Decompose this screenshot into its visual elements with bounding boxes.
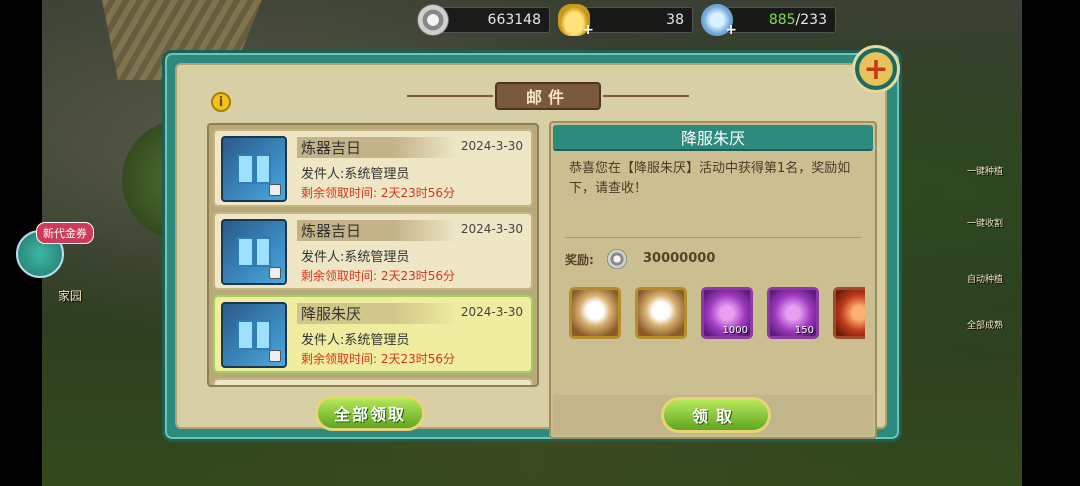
info-icon[interactable]: i (211, 92, 231, 112)
reward-item-portrait[interactable] (635, 287, 687, 339)
gift-box-icon (221, 136, 287, 202)
mail-remaining-time: 剩余领取时间: 2天23时56分 (301, 352, 456, 366)
side-harvest-all[interactable]: 一键收割 (960, 216, 1010, 229)
gold-value: 38 (666, 12, 684, 28)
mail-sender: 发件人:系统管理员 (301, 167, 410, 182)
reward-items: 1000 150 2 (567, 287, 865, 345)
reward-value: 30000000 (643, 251, 716, 266)
home-label[interactable]: 家园 (58, 287, 82, 304)
mail-remaining-time: 剩余领取时间: 2天23时56分 (301, 269, 456, 283)
coupon-badge: 新代金券 (36, 222, 94, 244)
gift-box-icon (221, 219, 287, 285)
mail-date: 2024-3-30 (460, 305, 523, 319)
reward-label: 奖励: (565, 253, 594, 267)
dialog-title: 邮件 (495, 82, 601, 110)
mail-item-partial[interactable] (213, 378, 533, 387)
dialog-inner: 邮件 i 炼器吉日 2024-3-30 发件人:系统管理员 剩余领取时间: 2天… (175, 63, 887, 439)
side-all-mature[interactable]: 全部成熟 (960, 318, 1010, 331)
mail-item[interactable]: 炼器吉日 2024-3-30 发件人:系统管理员 剩余领取时间: 2天23时56… (213, 129, 533, 207)
mail-dialog: 邮件 i 炼器吉日 2024-3-30 发件人:系统管理员 剩余领取时间: 2天… (162, 45, 902, 442)
side-auto-plant[interactable]: 自动种植 (960, 272, 1010, 285)
lock-icon (269, 350, 281, 362)
mail-title: 降服朱厌 (297, 303, 457, 324)
title-divider-left (407, 95, 493, 97)
mail-title: 炼器吉日 (297, 137, 457, 158)
title-divider-right (603, 95, 689, 97)
mail-item[interactable]: 炼器吉日 2024-3-30 发件人:系统管理员 剩余领取时间: 2天23时56… (213, 212, 533, 290)
detail-body: 恭喜您在【降服朱厌】活动中获得第1名，奖励如下，请查收！ (569, 161, 851, 196)
reward-item-portrait[interactable] (569, 287, 621, 339)
mail-title: 炼器吉日 (297, 220, 457, 241)
claim-all-button[interactable]: 全部领取 (315, 395, 425, 431)
silver-value: 663148 (487, 12, 541, 28)
silver-coin-icon (607, 249, 627, 269)
reward-item-orb[interactable]: 2 (833, 287, 865, 339)
side-plant-all[interactable]: 一键种植 (960, 164, 1010, 177)
stamina-current: 885 (768, 12, 796, 28)
mail-remaining-time: 剩余领取时间: 2天23时56分 (301, 186, 456, 200)
mail-date: 2024-3-30 (460, 222, 523, 236)
mail-sender: 发件人:系统管理员 (301, 250, 410, 265)
detail-title: 降服朱厌 (553, 125, 873, 151)
mail-item-selected[interactable]: 降服朱厌 2024-3-30 发件人:系统管理员 剩余领取时间: 2天23时56… (213, 295, 533, 373)
lock-icon (269, 184, 281, 196)
mail-sender: 发件人:系统管理员 (301, 333, 410, 348)
silver-resource: 663148 (417, 4, 550, 36)
gold-ingot-icon[interactable]: + (558, 4, 594, 38)
reward-item-pouch[interactable]: 150 (767, 287, 819, 339)
mail-list[interactable]: 炼器吉日 2024-3-30 发件人:系统管理员 剩余领取时间: 2天23时56… (207, 123, 539, 387)
close-button[interactable]: + (852, 45, 900, 93)
stamina-potion-icon[interactable]: + (701, 4, 737, 38)
mail-detail-panel: 降服朱厌 恭喜您在【降服朱厌】活动中获得第1名，奖励如下，请查收！ 奖励: 30… (549, 121, 877, 439)
gift-box-icon (221, 302, 287, 368)
reward-item-bag[interactable]: 1000 (701, 287, 753, 339)
stamina-resource[interactable]: + 885/233 (701, 4, 836, 38)
stamina-max: /233 (795, 12, 827, 28)
silver-coin-icon (417, 4, 449, 36)
gold-resource[interactable]: + 38 (558, 4, 693, 38)
gift-box-icon (221, 385, 287, 387)
coupon-widget[interactable]: 新代金券 (16, 222, 94, 278)
mail-date: 2024-3-30 (460, 139, 523, 153)
detail-divider (565, 237, 861, 238)
lock-icon (269, 267, 281, 279)
claim-button[interactable]: 领取 (661, 397, 771, 433)
